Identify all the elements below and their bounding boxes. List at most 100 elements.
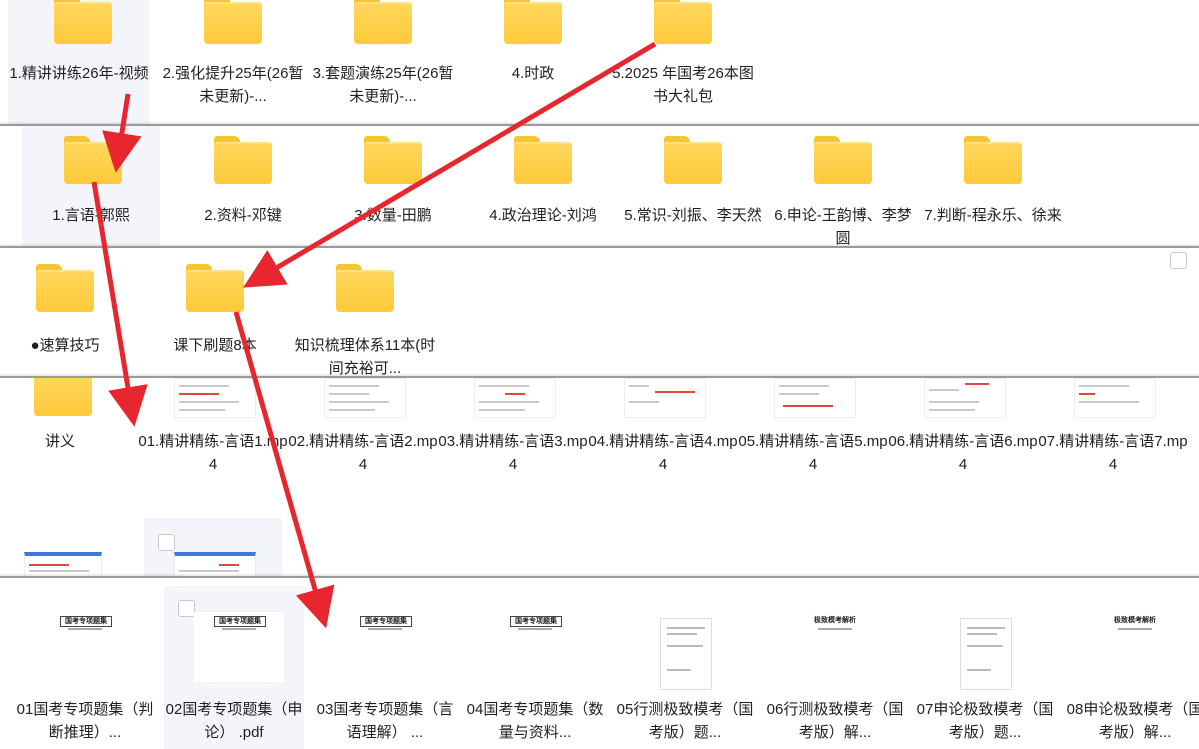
folder-icon	[336, 264, 394, 312]
file-row-4: 讲义 01.精讲精练-言语1.mp4 02.精讲精练-言语2.mp4 03.精讲…	[0, 376, 1199, 578]
folder-label: 7.判断-程永乐、徐来	[924, 207, 1062, 224]
folder-tile[interactable]: 6.申论-王韵博、李梦圆	[768, 126, 918, 248]
folder-row-3: ●速算技巧 课下刷题8本 知识梳理体系11本(时间充裕可...	[0, 246, 1199, 378]
video-thumbnail	[1074, 378, 1156, 418]
video-thumbnail	[324, 378, 406, 418]
select-checkbox[interactable]	[158, 534, 175, 551]
file-label: 04国考专项题集（数量与资料...	[466, 701, 604, 741]
folder-label: 5.2025 年国考26本图书大礼包	[612, 65, 754, 105]
folder-label: 4.政治理论-刘鸿	[489, 207, 597, 224]
folder-tile[interactable]: 2.资料-邓键	[168, 126, 318, 248]
video-file-tile[interactable]: 05.精讲精练-言语5.mp4	[738, 378, 888, 488]
folder-tile[interactable]: 课下刷题8本	[140, 248, 290, 378]
folder-icon	[354, 0, 412, 44]
folder-label: 讲义	[44, 433, 75, 450]
pdf-thumbnail: 极致模考解析	[790, 612, 880, 682]
file-label: 06行测极致模考（国考版）解...	[766, 701, 904, 741]
folder-tile[interactable]: 4.时政	[458, 0, 608, 126]
video-file-tile[interactable]: 04.精讲精练-言语4.mp4	[588, 378, 738, 488]
folder-label: 课下刷题8本	[173, 337, 257, 354]
pdf-file-tile[interactable]: 极致模考解析 08申论极致模考（国考版）解...	[1060, 578, 1199, 749]
file-label: 01.精讲精练-言语1.mp4	[138, 433, 288, 473]
folder-row-2: 1.言语-郭熙 2.资料-邓键 3.数量-田鹏 4.政治理论-刘鸿 5.常识-刘…	[0, 124, 1199, 248]
folder-tile[interactable]: 1.言语-郭熙	[22, 126, 160, 248]
video-thumbnail	[624, 378, 706, 418]
folder-label: 6.申论-王韵博、李梦圆	[774, 207, 912, 247]
folder-tile[interactable]: ●速算技巧	[0, 248, 130, 378]
folder-tile[interactable]: 知识梳理体系11本(时间充裕可...	[290, 248, 440, 378]
pdf-file-tile[interactable]: 国考专项题集 01国考专项题集（判断推理）...	[10, 578, 160, 749]
select-checkbox[interactable]	[178, 600, 195, 617]
folder-icon	[64, 136, 122, 184]
pdf-file-tile[interactable]: 07申论极致模考（国考版）题...	[910, 578, 1060, 749]
folder-label: 1.精讲讲练26年-视频	[9, 65, 149, 82]
file-tile[interactable]	[144, 518, 282, 578]
folder-icon	[36, 264, 94, 312]
folder-icon	[214, 136, 272, 184]
folder-label: ●速算技巧	[30, 337, 100, 354]
file-label: 07.精讲精练-言语7.mp4	[1038, 433, 1188, 473]
folder-icon	[504, 0, 562, 44]
folder-tile[interactable]: 3.套题演练25年(26暂未更新)-...	[308, 0, 458, 126]
video-thumbnail	[924, 378, 1006, 418]
file-label: 02.精讲精练-言语2.mp4	[288, 433, 438, 473]
pdf-thumbnail	[660, 618, 712, 690]
folder-icon	[664, 136, 722, 184]
video-thumbnail	[474, 378, 556, 418]
folder-tile[interactable]: 4.政治理论-刘鸿	[468, 126, 618, 248]
folder-tile[interactable]: 5.常识-刘振、李天然	[618, 126, 768, 248]
folder-label: 5.常识-刘振、李天然	[624, 207, 762, 224]
folder-icon	[364, 136, 422, 184]
folder-label: 2.资料-邓键	[204, 207, 282, 224]
file-thumbnail	[174, 552, 256, 578]
video-thumbnail	[174, 378, 256, 418]
video-file-tile[interactable]: 06.精讲精练-言语6.mp4	[888, 378, 1038, 488]
folder-label: 3.套题演练25年(26暂未更新)-...	[312, 65, 454, 105]
folder-label: 4.时政	[511, 65, 555, 82]
file-label: 05.精讲精练-言语5.mp4	[738, 433, 888, 473]
pdf-thumbnail: 国考专项题集	[40, 612, 130, 682]
pdf-thumbnail: 极致模考解析	[1090, 612, 1180, 682]
file-thumbnail[interactable]	[24, 552, 102, 578]
pdf-thumbnail: 国考专项题集	[340, 612, 430, 682]
folder-row-1: 1.精讲讲练26年-视频 2.强化提升25年(26暂未更新)-... 3.套题演…	[0, 0, 1199, 126]
folder-icon	[814, 136, 872, 184]
file-label: 07申论极致模考（国考版）题...	[916, 701, 1054, 741]
folder-tile[interactable]: 7.判断-程永乐、徐来	[918, 126, 1068, 248]
file-label: 03.精讲精练-言语3.mp4	[438, 433, 588, 473]
pdf-file-tile[interactable]: 国考专项题集 02国考专项题集（申论） .pdf	[164, 586, 304, 749]
folder-tile[interactable]: 讲义	[0, 378, 120, 488]
pdf-file-tile[interactable]: 国考专项题集 04国考专项题集（数量与资料...	[460, 578, 610, 749]
video-file-tile[interactable]: 07.精讲精练-言语7.mp4	[1038, 378, 1188, 488]
folder-icon	[654, 0, 712, 44]
video-file-tile[interactable]: 01.精讲精练-言语1.mp4	[138, 378, 288, 488]
video-thumbnail	[774, 378, 856, 418]
folder-icon	[54, 0, 112, 44]
folder-icon	[34, 378, 92, 416]
file-row-5: 国考专项题集 01国考专项题集（判断推理）... 国考专项题集 02国考专项题集…	[0, 576, 1199, 749]
file-label: 02国考专项题集（申论） .pdf	[165, 701, 303, 741]
folder-tile[interactable]: 2.强化提升25年(26暂未更新)-...	[158, 0, 308, 126]
folder-icon	[204, 0, 262, 44]
pdf-file-tile[interactable]: 国考专项题集 03国考专项题集（言语理解） ...	[310, 578, 460, 749]
pdf-file-tile[interactable]: 05行测极致模考（国考版）题...	[610, 578, 760, 749]
file-label: 03国考专项题集（言语理解） ...	[316, 701, 454, 741]
pdf-thumbnail	[960, 618, 1012, 690]
file-label: 06.精讲精练-言语6.mp4	[888, 433, 1038, 473]
video-file-tile[interactable]: 03.精讲精练-言语3.mp4	[438, 378, 588, 488]
folder-label: 知识梳理体系11本(时间充裕可...	[294, 337, 436, 377]
folder-icon	[514, 136, 572, 184]
video-file-tile[interactable]: 02.精讲精练-言语2.mp4	[288, 378, 438, 488]
folder-label: 3.数量-田鹏	[354, 207, 432, 224]
pdf-file-tile[interactable]: 极致模考解析 06行测极致模考（国考版）解...	[760, 578, 910, 749]
folder-tile[interactable]: 1.精讲讲练26年-视频	[8, 0, 150, 126]
file-label: 04.精讲精练-言语4.mp4	[588, 433, 738, 473]
select-checkbox[interactable]	[1170, 252, 1187, 269]
folder-icon	[964, 136, 1022, 184]
folder-label: 1.言语-郭熙	[52, 207, 130, 224]
folder-tile[interactable]: 3.数量-田鹏	[318, 126, 468, 248]
file-label: 05行测极致模考（国考版）题...	[616, 701, 754, 741]
folder-tile[interactable]: 5.2025 年国考26本图书大礼包	[608, 0, 758, 126]
file-label: 01国考专项题集（判断推理）...	[16, 701, 154, 741]
pdf-thumbnail: 国考专项题集	[194, 612, 284, 682]
